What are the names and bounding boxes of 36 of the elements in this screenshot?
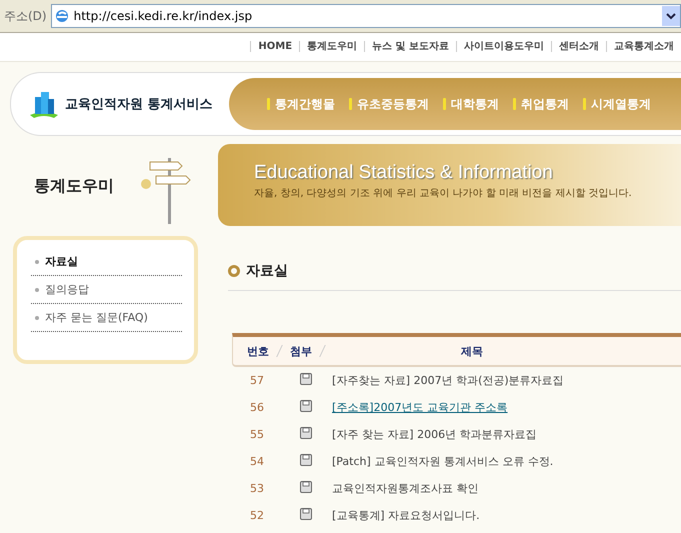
address-label: 주소(D) xyxy=(4,8,47,24)
banner-subtitle: 자율, 창의, 다양성의 기조 위에 우리 교육이 나가야 할 미래 비전을 제시할 것입니다. xyxy=(254,187,633,200)
page-icon xyxy=(54,8,70,24)
sidebar-item[interactable]: 질의응답 xyxy=(31,276,182,304)
caret-icon xyxy=(666,12,676,20)
column-header: 첨부 xyxy=(290,344,312,358)
address-field[interactable]: http://cesi.kedi.re.kr/index.jsp xyxy=(50,4,681,28)
post-title-link[interactable]: [자주찾는 자료] 2007년 학과(전공)분류자료집 xyxy=(332,373,564,388)
sidebar-item[interactable]: 자료실 xyxy=(31,248,182,276)
column-header: 번호 xyxy=(246,344,269,358)
top-link[interactable]: 통계도우미 xyxy=(299,40,364,52)
sidebar-item[interactable]: 자주 묻는 질문(FAQ) xyxy=(31,304,182,332)
column-header: 제목 xyxy=(461,344,483,358)
top-link[interactable]: 사이트이용도우미 xyxy=(456,40,551,52)
section-title: 자료실 xyxy=(246,262,288,280)
post-title-link[interactable]: [교육통계] 자료요청서입니다. xyxy=(332,508,480,523)
top-link[interactable]: 뉴스 및 보도자료 xyxy=(364,40,456,52)
top-link[interactable]: 센터소개 xyxy=(551,40,606,52)
post-title-link[interactable]: [Patch] 교육인적자원 통계서비스 오류 수정. xyxy=(332,454,554,469)
row-number: 54 xyxy=(249,455,265,468)
dropdown-button[interactable] xyxy=(662,6,680,26)
sidebar-title: 통계도우미 xyxy=(34,175,114,197)
row-number: 56 xyxy=(249,401,265,414)
post-title-link[interactable]: [자주 찾는 자료] 2006년 학과분류자료집 xyxy=(332,427,537,442)
top-link[interactable]: HOME xyxy=(250,40,300,52)
row-number: 52 xyxy=(249,509,265,522)
row-number: 55 xyxy=(249,428,265,441)
row-number: 53 xyxy=(249,482,265,495)
top-link[interactable]: 교육통계소개 xyxy=(606,40,681,52)
post-title-link[interactable]: [주소록]2007년도 교육기관 주소록 xyxy=(332,400,508,415)
row-number: 57 xyxy=(249,374,265,387)
post-title-link[interactable]: 교육인적자원통계조사표 확인 xyxy=(332,481,478,496)
banner-title: Educational Statistics & Information xyxy=(254,162,554,184)
buildings-logo-icon xyxy=(29,89,59,119)
ring-icon xyxy=(228,265,240,277)
logo-text: 교육인적자원 통계서비스 xyxy=(65,96,213,113)
